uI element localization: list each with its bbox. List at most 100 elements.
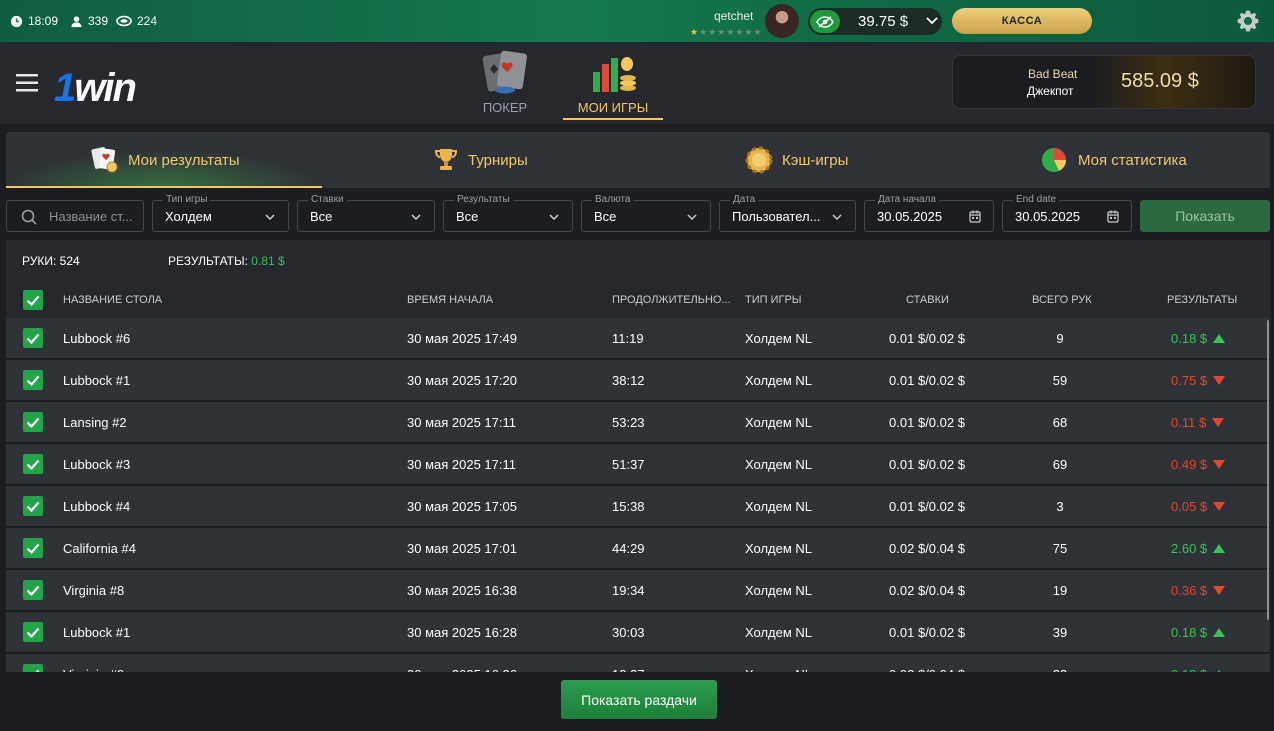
tab-my-statistics-label: Моя статистика — [1078, 151, 1187, 169]
col-stakes[interactable]: СТАВКИ — [906, 294, 949, 306]
row-game-type: Холдем NL — [745, 415, 813, 430]
jackpot-amount: 585.09 $ — [1121, 70, 1199, 92]
row-duration: 30:03 — [612, 625, 645, 640]
row-duration: 38:12 — [612, 373, 645, 388]
row-duration: 15:38 — [612, 499, 645, 514]
arrow-up-icon — [1213, 544, 1226, 553]
currency-select[interactable]: Валюта Все — [581, 194, 711, 232]
table-row[interactable]: Lubbock #6 30 мая 2025 17:49 11:19 Холдем N… — [6, 318, 1270, 358]
date-label: Дата — [730, 194, 759, 206]
table-row[interactable]: Lansing #2 30 мая 2025 17:11 53:23 Холдем N… — [6, 402, 1270, 442]
row-checkbox[interactable] — [23, 412, 43, 432]
check-icon — [26, 459, 40, 470]
col-total-hands[interactable]: ВСЕГО РУК — [1032, 294, 1092, 306]
table-row[interactable]: Lubbock #3 30 мая 2025 17:11 51:37 Холдем N… — [6, 444, 1270, 484]
row-result: 0.18 $ — [1171, 331, 1226, 346]
table-row[interactable]: Lubbock #4 30 мая 2025 17:05 15:38 Холдем N… — [6, 486, 1270, 526]
avatar[interactable] — [765, 4, 799, 38]
tab-cash-games-label: Кэш-игры — [782, 151, 849, 169]
logo[interactable]: 1win — [54, 66, 137, 111]
table-row[interactable]: California #4 30 мая 2025 17:01 44:29 Холде… — [6, 528, 1270, 568]
results-select[interactable]: Результаты Все — [443, 194, 573, 232]
row-start-time: 30 мая 2025 17:11 — [407, 415, 516, 430]
cashier-button[interactable]: КАССА — [952, 8, 1092, 34]
nav-tab-poker[interactable]: ПОКЕР — [470, 50, 540, 120]
row-checkbox[interactable] — [23, 622, 43, 642]
show-hands-button[interactable]: Показать раздачи — [561, 680, 717, 719]
row-start-time: 30 мая 2025 16:28 — [407, 625, 517, 640]
row-stakes: 0.02 $/0.04 $ — [889, 583, 965, 598]
row-checkbox[interactable] — [23, 454, 43, 474]
date-select[interactable]: Дата Пользовател... — [719, 194, 856, 232]
results-value: Все — [456, 209, 479, 224]
stakes-select[interactable]: Ставки Все — [297, 194, 435, 232]
arrow-down-icon — [1213, 586, 1226, 595]
row-game-type: Холдем NL — [745, 373, 813, 388]
chevron-down-icon[interactable] — [924, 12, 940, 28]
col-duration[interactable]: ПРОДОЛЖИТЕЛЬНО... — [612, 294, 731, 306]
row-result-value: 0.75 $ — [1171, 373, 1208, 388]
table-icon — [116, 15, 132, 27]
search-placeholder: Название ст... — [49, 209, 133, 224]
results-total-label: РЕЗУЛЬТАТЫ: — [168, 254, 248, 268]
game-type-select[interactable]: Тип игры Холдем — [152, 194, 289, 232]
row-stakes: 0.01 $/0.02 $ — [889, 331, 965, 346]
row-table-name: Lubbock #1 — [63, 373, 131, 388]
row-checkbox[interactable] — [23, 580, 43, 600]
table-row[interactable]: Lubbock #1 30 мая 2025 17:20 38:12 Холдем N… — [6, 360, 1270, 400]
tab-my-statistics[interactable]: Моя статистика — [1040, 132, 1187, 188]
row-duration: 11:19 — [612, 331, 644, 346]
menu-icon[interactable] — [16, 74, 38, 92]
tables-count: 224 — [137, 14, 158, 28]
row-checkbox[interactable] — [23, 664, 43, 672]
row-result: 0.36 $ — [1171, 583, 1226, 598]
table-row[interactable]: Virginia #8 30 мая 2025 16:38 19:34 Холдем … — [6, 570, 1270, 610]
col-results[interactable]: РЕЗУЛЬТАТЫ — [1167, 294, 1237, 306]
row-checkbox[interactable] — [23, 538, 43, 558]
check-icon — [26, 501, 40, 512]
row-table-name: California #4 — [63, 541, 136, 556]
show-button[interactable]: Показать — [1140, 200, 1270, 232]
row-stakes: 0.02 $/0.04 $ — [889, 541, 965, 556]
tab-tournaments[interactable]: Турниры — [432, 132, 528, 188]
hide-balance-button[interactable] — [810, 10, 840, 33]
row-game-type: Холдем NL — [745, 583, 813, 598]
table-scrollbar[interactable] — [1267, 320, 1269, 620]
row-total-hands: 59 — [1052, 373, 1068, 388]
table-row[interactable]: Lubbock #1 30 мая 2025 16:28 30:03 Холдем N… — [6, 612, 1270, 652]
results-table-body: Lubbock #6 30 мая 2025 17:49 11:19 Холдем N… — [6, 318, 1270, 672]
row-result: 0.18 $ — [1171, 625, 1226, 640]
date-value: Пользовател... — [732, 209, 821, 224]
arrow-down-icon — [1213, 502, 1226, 511]
tab-my-results[interactable]: Мои результаты — [90, 132, 240, 188]
row-result: 0.49 $ — [1171, 457, 1226, 472]
col-table-name[interactable]: НАЗВАНИЕ СТОЛА — [63, 294, 162, 306]
chevron-down-icon — [832, 214, 842, 221]
date-start-label: Дата начала — [875, 194, 939, 206]
check-icon — [26, 295, 40, 306]
search-input[interactable]: Название ст... — [6, 200, 144, 232]
col-game-type[interactable]: ТИП ИГРЫ — [745, 294, 802, 306]
row-checkbox[interactable] — [23, 370, 43, 390]
jackpot-banner[interactable] — [952, 55, 1256, 109]
row-result-value: 0.49 $ — [1171, 457, 1208, 472]
tab-cash-games[interactable]: Кэш-игры — [744, 132, 848, 188]
clock-icon — [10, 15, 23, 27]
select-all-checkbox[interactable] — [23, 290, 43, 310]
username[interactable]: qetchet — [714, 9, 753, 23]
row-checkbox[interactable] — [23, 496, 43, 516]
row-result-value: 0.36 $ — [1171, 583, 1208, 598]
results-total-value: 0.81 $ — [251, 254, 285, 268]
row-table-name: Lansing #2 — [63, 415, 127, 430]
date-start-field[interactable]: Дата начала 30.05.2025 — [864, 194, 994, 232]
date-end-field[interactable]: End date 30.05.2025 — [1002, 194, 1132, 232]
row-stakes: 0.01 $/0.02 $ — [889, 499, 965, 514]
row-game-type: Холдем NL — [745, 499, 813, 514]
row-checkbox[interactable] — [23, 328, 43, 348]
gear-icon[interactable] — [1236, 9, 1260, 33]
row-result: 2.60 $ — [1171, 541, 1226, 556]
col-start-time[interactable]: ВРЕМЯ НАЧАЛА — [407, 294, 493, 306]
tables-stat: 224 — [116, 12, 157, 30]
nav-tab-my-games[interactable]: МОИ ИГРЫ — [563, 50, 663, 120]
table-row[interactable]: Virginia #930 мая 2025 16:2612:37Холдем … — [6, 654, 1270, 672]
